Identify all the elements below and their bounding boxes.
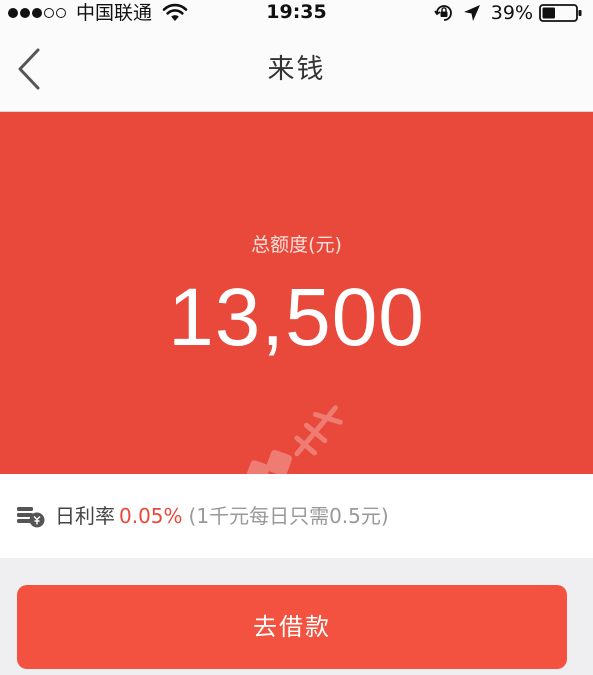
credit-limit-label: 总额度(元) — [251, 234, 342, 256]
battery-percent: 39% — [490, 2, 533, 24]
coins-icon — [17, 507, 45, 528]
location-arrow-icon — [463, 5, 480, 21]
credit-panel: 总额度(元) 13,500 — [0, 112, 593, 506]
daily-rate-text: 日利率 0.05% (1千元每日只需0.5元) — [55, 502, 389, 530]
battery-fill — [542, 7, 555, 19]
daily-rate-value: 0.05% — [119, 504, 183, 528]
borrow-button[interactable]: 去借款 — [17, 585, 567, 669]
credit-limit-amount: 13,500 — [168, 272, 425, 363]
status-bar: 中国联通 19:35 39% — [0, 0, 593, 26]
page-title: 来钱 — [267, 54, 326, 85]
rotation-lock-icon — [434, 5, 452, 21]
status-right: 39% — [433, 2, 583, 24]
battery-icon — [539, 4, 582, 22]
daily-rate-row: 日利率 0.05% (1千元每日只需0.5元) — [0, 474, 593, 558]
daily-rate-note: (1千元每日只需0.5元) — [188, 504, 389, 528]
nav-bar: 来钱 — [0, 26, 593, 112]
daily-rate-label: 日利率 — [55, 504, 115, 528]
